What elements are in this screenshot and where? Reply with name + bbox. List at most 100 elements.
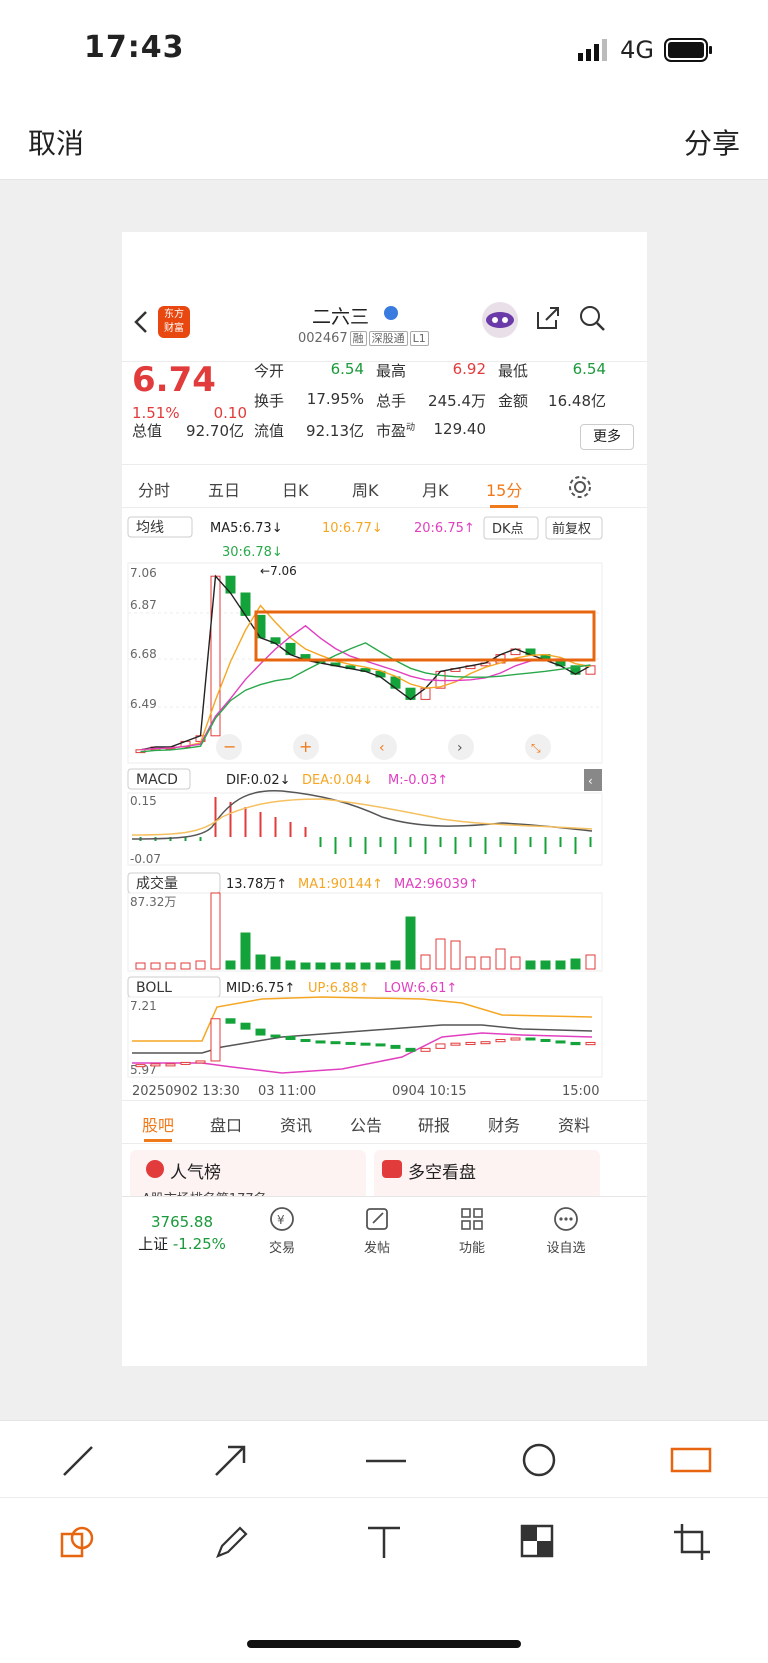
tab-guba[interactable]: 股吧 (142, 1112, 174, 1136)
kline-chart[interactable]: 均线 MA5:6.73↓ 10:6.77↓ 20:6.75↑ 30:6.78↓ … (122, 507, 647, 1097)
volume-bar (360, 962, 371, 970)
nav-post[interactable]: 发帖 (347, 1205, 407, 1256)
boll-candle (540, 1038, 551, 1042)
tab-fenshi[interactable]: 分时 (138, 477, 170, 501)
volume-bar (225, 960, 236, 970)
boll-candle (195, 1060, 206, 1064)
nav-function[interactable]: 功能 (442, 1205, 502, 1256)
volume-bar (585, 954, 596, 970)
collapse-tab[interactable] (584, 769, 602, 791)
quote-turnover: 换手 17.95% (254, 390, 364, 410)
volume-bar (315, 962, 326, 970)
volume-bar (345, 962, 356, 970)
time-start: 20250902 13:30 (132, 1084, 240, 1097)
quote-pe: 市盈动 129.40 (376, 420, 486, 440)
volume-bar (255, 954, 266, 970)
vs-icon (382, 1160, 402, 1178)
boll-candle (165, 1063, 176, 1067)
time-end: 15:00 (562, 1084, 599, 1097)
price-tick: 6.87 (130, 598, 157, 612)
shapes-tool-icon[interactable] (58, 1522, 98, 1562)
volume-bar (480, 956, 491, 970)
ma30-legend: 30:6.78↓ (222, 545, 283, 560)
pen-tool-icon[interactable] (212, 1522, 252, 1562)
volume-bar (540, 960, 551, 970)
quote-low: 最低 6.54 (498, 360, 606, 380)
boll-panel: BOLL MID:6.75↑ UP:6.88↑ LOW:6.61↑ 7.21 5… (127, 976, 603, 1078)
svg-text:MA1:90144↑: MA1:90144↑ (298, 877, 383, 892)
share-out-icon[interactable] (534, 304, 562, 332)
volume-bar (285, 960, 296, 970)
volume-panel: 成交量 13.78万↑ MA1:90144↑ MA2:96039↑ 87.32万 (127, 872, 603, 972)
tab-finance[interactable]: 财务 (488, 1112, 520, 1136)
macd-panel: MACD DIF:0.02↓ DEA:0.04↓ M:-0.03↑ ‹ 0.15… (127, 768, 603, 866)
more-button[interactable]: 更多 (580, 424, 634, 450)
share-button[interactable]: 分享 (684, 122, 740, 162)
boll-candle (285, 1036, 296, 1040)
circle-tool-icon[interactable] (520, 1441, 558, 1479)
boll-candle (330, 1041, 341, 1045)
quote-volume: 总手 245.4万 (376, 392, 486, 410)
crop-tool-icon[interactable] (672, 1522, 712, 1562)
text-tool-icon[interactable] (364, 1522, 404, 1562)
tab-notice[interactable]: 公告 (350, 1112, 382, 1136)
index-quote[interactable]: 3765.88 上证 -1.25% (122, 1213, 242, 1254)
home-indicator (247, 1640, 521, 1648)
boll-candle (135, 1064, 146, 1068)
tab-weekk[interactable]: 周K (352, 477, 379, 501)
hot-rank-card[interactable]: 人气榜 A股市场排名第177名 (130, 1150, 366, 1207)
tab-pankou[interactable]: 盘口 (210, 1112, 242, 1136)
tab-profile[interactable]: 资料 (558, 1112, 590, 1136)
tab-5day[interactable]: 五日 (208, 477, 240, 501)
robot-avatar-icon[interactable] (480, 300, 520, 340)
edit-icon (366, 1208, 388, 1230)
current-price: 6.74 (132, 360, 216, 400)
svg-text:MA2:96039↑: MA2:96039↑ (394, 877, 479, 892)
boll-candle (450, 1042, 461, 1046)
tab-15min[interactable]: 15分 (486, 477, 522, 501)
screenshot-preview[interactable]: 东方 财富 二六三 002467 融深股通 L1 6.74 1.51% 0.10 今开 6… (122, 232, 647, 1366)
rectangle-tool-icon[interactable] (670, 1445, 712, 1475)
quote-mktcap: 总值 92.70亿 (132, 422, 244, 440)
volume-bar (180, 962, 191, 970)
boll-candle (375, 1043, 386, 1047)
svg-text:BOLL: BOLL (136, 980, 172, 996)
line-tool-icon[interactable] (60, 1443, 96, 1479)
tab-dayk[interactable]: 日K (282, 477, 309, 501)
nav-add-watch[interactable]: 设自选 (536, 1205, 596, 1256)
content-tab-indicator (144, 1139, 172, 1142)
quote-open: 今开 6.54 (254, 360, 364, 380)
svg-text:−: − (223, 737, 236, 756)
volume-bar (570, 958, 581, 970)
nav-trade[interactable]: ¥ 交易 (252, 1205, 312, 1256)
arrow-tool-icon[interactable] (212, 1443, 248, 1479)
cancel-button[interactable]: 取消 (28, 122, 84, 162)
bottom-nav: 3765.88 上证 -1.25% ¥ 交易 发帖 功能 设自选 (122, 1196, 647, 1306)
tab-monthk[interactable]: 月K (422, 477, 449, 501)
quote-high: 最高 6.92 (376, 360, 486, 380)
status-bar: 17:43 4G (0, 0, 768, 100)
search-icon[interactable] (578, 304, 606, 332)
svg-text:7.21: 7.21 (130, 999, 157, 1013)
price-panel: 7.06 6.87 6.68 6.49 ←7.06 − + ‹ › ⤡ (127, 562, 603, 764)
volume-bar (300, 962, 311, 970)
mosaic-tool-icon[interactable] (520, 1524, 554, 1558)
app-logo: 东方 财富 (158, 306, 190, 338)
boll-candle (225, 1018, 236, 1024)
volume-bar (450, 940, 461, 970)
bull-bear-card[interactable]: 多空看盘 (374, 1150, 600, 1200)
back-icon[interactable] (134, 310, 148, 334)
svg-text:-0.07: -0.07 (130, 852, 161, 866)
volume-bar (375, 962, 386, 970)
more-dots-icon (554, 1207, 578, 1231)
boll-candle (315, 1040, 326, 1044)
svg-text:13.78万↑: 13.78万↑ (226, 877, 287, 892)
tab-news[interactable]: 资讯 (280, 1112, 312, 1136)
ma5-legend: MA5:6.73↓ (210, 521, 283, 536)
settings-gear-icon[interactable] (568, 475, 592, 499)
tab-research[interactable]: 研报 (418, 1112, 450, 1136)
boll-candle (345, 1041, 356, 1045)
hline-tool-icon[interactable] (364, 1443, 408, 1479)
stock-name: 二六三 (312, 306, 370, 328)
quote-float: 流值 92.13亿 (254, 422, 364, 440)
